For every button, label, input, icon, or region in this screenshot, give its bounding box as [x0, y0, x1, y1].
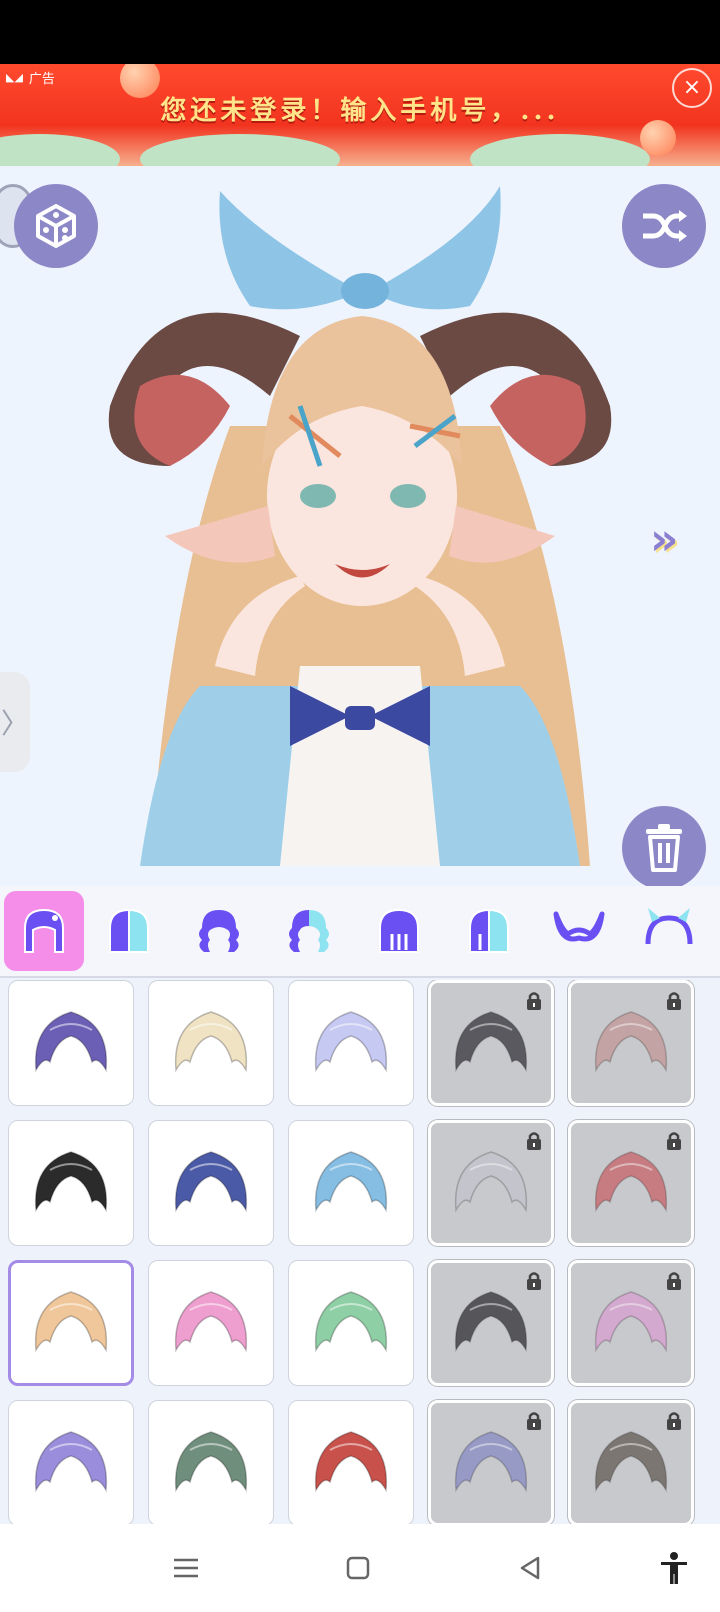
back-nav-button[interactable]	[508, 1546, 552, 1590]
menu-icon	[174, 1558, 198, 1578]
hair-option[interactable]	[148, 1400, 274, 1524]
hair-option[interactable]	[568, 1400, 694, 1524]
accessibility-nav-button[interactable]	[652, 1546, 696, 1590]
accessibility-icon	[661, 1552, 687, 1584]
delete-button[interactable]	[622, 806, 706, 886]
front-hair-icon	[109, 908, 149, 953]
hair-thumbnail-icon	[174, 1011, 248, 1073]
lock-icon	[667, 992, 681, 1010]
hair-thumbnail-icon	[594, 1151, 668, 1213]
hair-thumbnail-icon	[314, 1431, 388, 1493]
hair-option[interactable]	[568, 980, 694, 1106]
hair-thumbnail-icon	[174, 1291, 248, 1353]
hair-option[interactable]	[288, 1260, 414, 1386]
tab-back-half-hair[interactable]	[444, 891, 534, 971]
hair-thumbnail-icon	[174, 1151, 248, 1213]
tab-curly-hair[interactable]	[174, 891, 264, 971]
ad-cloud-decoration	[470, 134, 650, 166]
full-hair-icon	[24, 908, 64, 953]
shuffle-icon	[643, 210, 687, 242]
hair-thumbnail-icon	[34, 1011, 108, 1073]
home-icon	[346, 1556, 370, 1580]
hair-thumbnail-icon	[594, 1291, 668, 1353]
hair-thumbnail-icon	[314, 1291, 388, 1353]
hair-options-grid	[0, 980, 720, 1524]
ad-close-button[interactable]: ×	[672, 68, 712, 108]
hair-thumbnail-icon	[34, 1431, 108, 1493]
hair-option[interactable]	[148, 1260, 274, 1386]
lock-icon	[527, 1412, 541, 1430]
ad-cloud-decoration	[0, 134, 120, 166]
hair-option[interactable]	[8, 980, 134, 1106]
hair-option[interactable]	[288, 980, 414, 1106]
hair-option[interactable]	[428, 1260, 554, 1386]
lock-icon	[667, 1132, 681, 1150]
signal-icon: ◣◢	[6, 71, 23, 84]
ad-banner[interactable]: ◣◢ 广告 您还未登录！输入手机号，... ×	[0, 64, 720, 166]
hair-option[interactable]	[8, 1120, 134, 1246]
lock-icon	[527, 1272, 541, 1290]
hair-option[interactable]	[288, 1400, 414, 1524]
curly-hair-icon	[199, 910, 239, 952]
curly-half-hair-icon	[289, 910, 329, 952]
tab-horns[interactable]	[534, 891, 624, 971]
avatar-canvas: 〉 »	[0, 166, 720, 886]
hair-option[interactable]	[148, 1120, 274, 1246]
tab-front-hair[interactable]	[84, 891, 174, 971]
hair-option[interactable]	[8, 1260, 134, 1386]
tab-curly-half-hair[interactable]	[264, 891, 354, 971]
ad-tag-text: 广告	[28, 72, 55, 87]
horns-icon	[553, 911, 605, 942]
tab-full-hair[interactable]	[4, 891, 84, 971]
next-arrow-icon[interactable]: »	[650, 514, 679, 565]
home-nav-button[interactable]	[336, 1546, 380, 1590]
hair-thumbnail-icon	[594, 1431, 668, 1493]
hair-option[interactable]	[428, 1400, 554, 1524]
hair-thumbnail-icon	[314, 1011, 388, 1073]
lock-icon	[667, 1412, 681, 1430]
hair-option[interactable]	[568, 1120, 694, 1246]
menu-nav-button[interactable]	[164, 1546, 208, 1590]
hair-option[interactable]	[428, 980, 554, 1106]
ad-cloud-decoration	[140, 134, 340, 166]
hair-option[interactable]	[148, 980, 274, 1106]
ad-headline: 您还未登录！输入手机号，...	[160, 96, 560, 126]
hair-option[interactable]	[568, 1260, 694, 1386]
tab-headband[interactable]	[624, 891, 714, 971]
system-nav-bar	[0, 1524, 720, 1612]
hair-option[interactable]	[288, 1120, 414, 1246]
hair-thumbnail-icon	[594, 1011, 668, 1073]
left-drawer-tab[interactable]: 〉	[0, 672, 30, 772]
hair-thumbnail-icon	[174, 1431, 248, 1493]
tab-back-hair[interactable]	[354, 891, 444, 971]
hair-thumbnail-icon	[34, 1291, 108, 1353]
category-tabs	[0, 886, 720, 978]
hair-thumbnail-icon	[454, 1291, 528, 1353]
ad-label: ◣◢ 广告	[6, 68, 55, 87]
lock-icon	[527, 1132, 541, 1150]
hair-option[interactable]	[8, 1400, 134, 1524]
back-hair-icon	[379, 908, 419, 953]
hair-thumbnail-icon	[454, 1431, 528, 1493]
hair-thumbnail-icon	[454, 1011, 528, 1073]
back-half-hair-icon	[469, 908, 509, 953]
hair-thumbnail-icon	[454, 1151, 528, 1213]
lock-icon	[667, 1272, 681, 1290]
avatar-illustration	[108, 186, 612, 866]
hair-thumbnail-icon	[314, 1151, 388, 1213]
random-dice-button[interactable]	[14, 184, 98, 268]
hair-option[interactable]	[428, 1120, 554, 1246]
back-icon	[520, 1556, 540, 1580]
dice-icon	[36, 204, 76, 248]
status-bar	[0, 0, 720, 64]
trash-icon	[646, 824, 682, 872]
headband-icon	[645, 908, 693, 945]
lock-icon	[527, 992, 541, 1010]
shuffle-button[interactable]	[622, 184, 706, 268]
hair-thumbnail-icon	[34, 1151, 108, 1213]
